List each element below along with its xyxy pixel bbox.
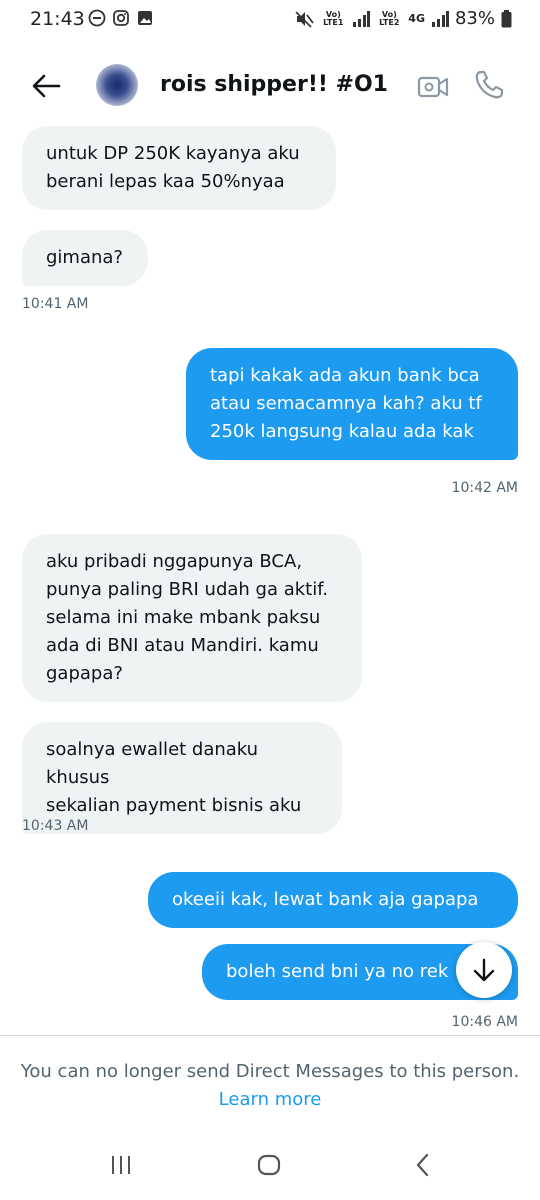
scroll-to-bottom-button[interactable] [456, 942, 512, 998]
message-line: sekalian payment bisnis aku [46, 795, 302, 816]
recent-apps-icon[interactable] [108, 1152, 134, 1178]
message-line: okeeii kak, lewat bank aja gapapa [172, 889, 479, 910]
battery-icon [501, 9, 512, 27]
network-label: 4G [408, 11, 425, 25]
message-line: tapi kakak ada akun bank bca [210, 365, 480, 386]
message-line: ada di BNI atau Mandiri. kamu [46, 635, 319, 656]
message-line: 250k langsung kalau ada kak [210, 421, 474, 442]
message-timestamp: 10:42 AM [451, 480, 518, 496]
message-line: aku pribadi nggapunya BCA, [46, 551, 303, 572]
battery-percent: 83% [454, 8, 495, 29]
message-bubble-outgoing[interactable]: okeeii kak, lewat bank aja gapapa [148, 872, 518, 928]
video-call-icon[interactable] [416, 70, 450, 104]
message-line: atau semacamnya kah? aku tf [210, 393, 482, 414]
avatar[interactable] [96, 64, 138, 106]
message-timestamp: 10:41 AM [22, 296, 89, 312]
message-timestamp: 10:46 AM [451, 1014, 518, 1030]
message-line: soalnya ewallet danaku khusus [46, 739, 259, 788]
sim1-label: Vo) LTE1 [323, 9, 344, 27]
do-not-disturb-icon [88, 9, 106, 27]
home-icon[interactable] [256, 1152, 282, 1178]
message-line: gapapa? [46, 663, 123, 684]
message-line: berani lepas kaa 50%nyaa [46, 171, 285, 192]
message-bubble-incoming[interactable]: untuk DP 250K kayanya aku berani lepas k… [22, 126, 336, 210]
status-left-icons [88, 9, 154, 27]
signal-icon [431, 10, 449, 27]
status-right-icons: Vo) LTE1 Vo) LTE2 4G 83% [294, 8, 512, 29]
back-nav-icon[interactable] [410, 1152, 436, 1178]
sim2-label: Vo) LTE2 [379, 9, 400, 27]
chat-header: rois shipper!! #O1 [0, 56, 540, 116]
message-line: boleh send bni ya no rek [226, 961, 449, 982]
status-bar: 21:43 Vo) LTE1 Vo) LTE2 4G 83% [0, 0, 540, 40]
phone-call-icon[interactable] [472, 68, 506, 102]
message-bubble-incoming[interactable]: aku pribadi nggapunya BCA, punya paling … [22, 534, 362, 702]
status-time: 21:43 [30, 8, 85, 30]
message-bubble-incoming[interactable]: gimana? [22, 230, 148, 286]
message-line: untuk DP 250K kayanya aku [46, 143, 300, 164]
instagram-icon [113, 10, 129, 26]
arrow-down-icon [473, 958, 495, 982]
mute-icon [295, 10, 315, 28]
message-timestamp: 10:43 AM [22, 818, 89, 834]
message-line: selama ini make mbank paksu [46, 607, 321, 628]
chat-title[interactable]: rois shipper!! #O1 [160, 72, 388, 97]
divider [0, 1035, 540, 1036]
message-line: gimana? [46, 247, 123, 268]
learn-more-link[interactable]: Learn more [0, 1086, 540, 1114]
message-line: punya paling BRI udah ga aktif. [46, 579, 328, 600]
back-arrow-icon[interactable] [28, 68, 64, 104]
gallery-icon [138, 11, 152, 25]
signal-icon [353, 10, 371, 27]
message-bubble-outgoing[interactable]: tapi kakak ada akun bank bca atau semaca… [186, 348, 518, 460]
dm-disabled-notice: You can no longer send Direct Messages t… [20, 1061, 520, 1082]
